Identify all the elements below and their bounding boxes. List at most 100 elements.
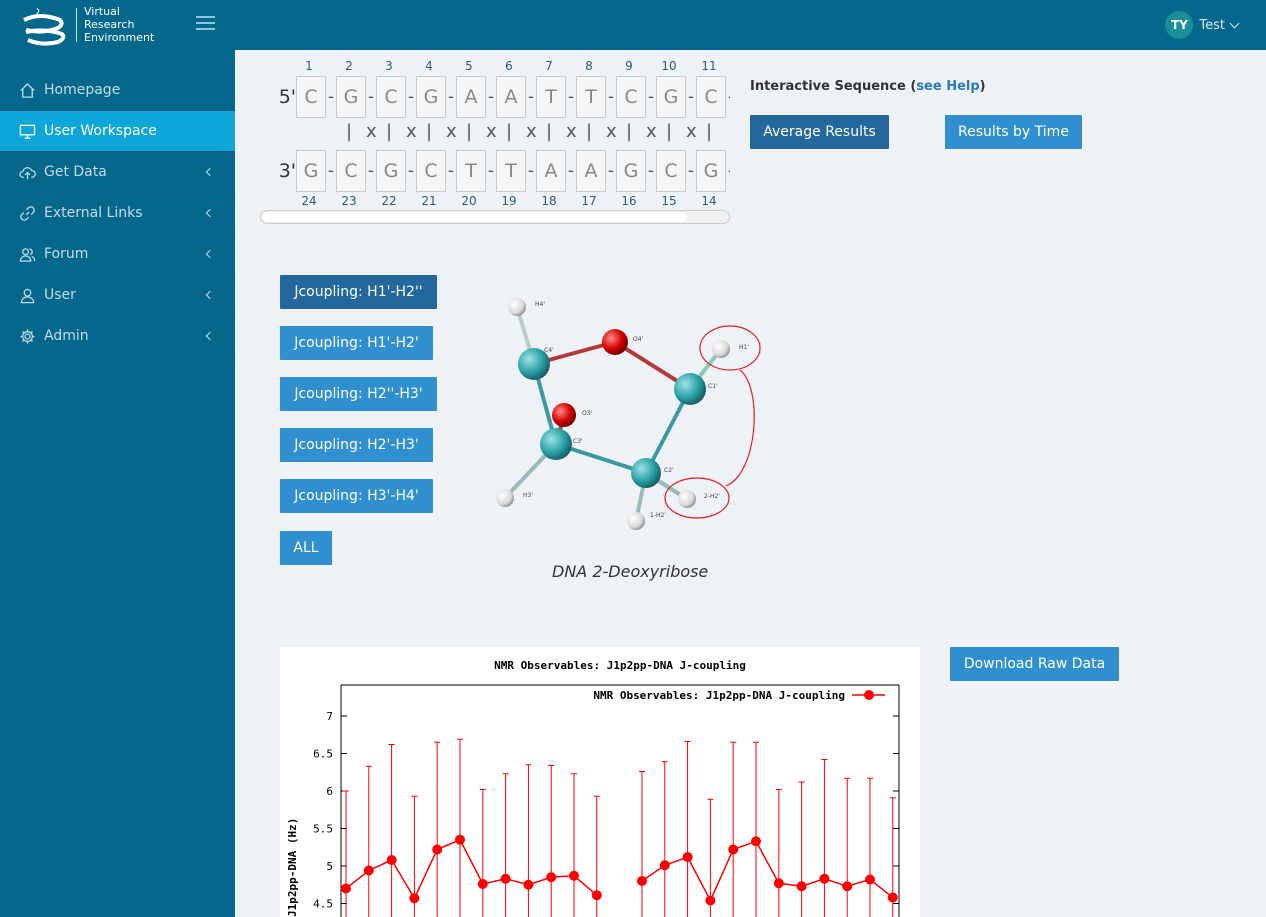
chart-title: NMR Observables: J1p2pp-DNA J-coupling xyxy=(494,659,746,672)
sidebar-item-forum[interactable]: Forum xyxy=(0,234,235,275)
menu-toggle-icon[interactable] xyxy=(196,16,215,30)
sidebar-item-label: User Workspace xyxy=(44,123,157,139)
see-help-link[interactable]: see Help xyxy=(916,79,979,94)
scroll-thumb[interactable] xyxy=(262,212,687,222)
nucleotide-box[interactable]: G xyxy=(696,150,726,192)
jcoupling-h3-h4-button[interactable]: Jcoupling: H3'-H4' xyxy=(280,479,433,513)
atom-h2a xyxy=(627,512,645,530)
backbone-dash: - xyxy=(607,161,615,181)
nucleotide-box[interactable]: T xyxy=(576,76,606,118)
nucleotide-box[interactable]: T xyxy=(536,76,566,118)
label-o3: O3' xyxy=(582,410,593,417)
sidebar-item-user-workspace[interactable]: User Workspace xyxy=(0,111,235,152)
nucleotide-box[interactable]: C xyxy=(376,76,406,118)
chevron-left-icon xyxy=(205,249,215,259)
label-o4: O4' xyxy=(633,336,644,343)
download-raw-data-button[interactable]: Download Raw Data xyxy=(950,647,1119,681)
data-point xyxy=(682,852,693,862)
base-pair-mark: | xyxy=(546,121,553,142)
legend-marker xyxy=(864,690,874,700)
chevron-left-icon xyxy=(205,331,215,341)
jcoupling-all-button[interactable]: ALL xyxy=(280,531,332,565)
jcoupling-h2pp-h3-button[interactable]: Jcoupling: H2''-H3' xyxy=(280,377,437,411)
nmr-chart: NMR Observables: J1p2pp-DNA J-coupling 7 6… xyxy=(286,659,900,917)
chevron-left-icon xyxy=(205,290,215,300)
nucleotide-box[interactable]: C xyxy=(336,150,366,192)
average-results-button[interactable]: Average Results xyxy=(750,115,889,149)
base-pair-mark: | xyxy=(466,121,473,142)
backbone-dash: - xyxy=(327,161,335,181)
nucleotide-box[interactable]: A xyxy=(456,76,486,118)
base-pair-mark: | xyxy=(626,121,633,142)
nucleotide-box[interactable]: G xyxy=(336,76,366,118)
results-by-time-button[interactable]: Results by Time xyxy=(945,115,1082,149)
base-pair-mark: x xyxy=(606,121,617,142)
base-pair-mark: x xyxy=(526,121,537,142)
nucleotide-box[interactable]: G xyxy=(416,76,446,118)
chevron-down-icon xyxy=(1229,18,1240,29)
position-number: 22 xyxy=(381,194,397,208)
atom-h1 xyxy=(712,340,730,358)
logo[interactable]: Virtual Research Environment xyxy=(20,4,160,46)
position-number: 6 xyxy=(505,59,513,73)
sidebar-item-label: Homepage xyxy=(44,82,121,98)
position-number: 1 xyxy=(305,59,313,73)
nucleotide-box[interactable]: A xyxy=(576,150,606,192)
y-tick-label: 6 xyxy=(326,785,333,798)
nucleotide-box[interactable]: C xyxy=(616,76,646,118)
data-point xyxy=(500,873,511,884)
base-pair-mark: | xyxy=(706,121,713,142)
position-number: 5 xyxy=(465,59,473,73)
nucleotide-box[interactable]: G xyxy=(656,76,686,118)
sidebar-item-user[interactable]: User xyxy=(0,275,235,316)
user-menu[interactable]: TY Test xyxy=(1165,11,1240,39)
sidebar-item-homepage[interactable]: Homepage xyxy=(0,70,235,111)
sidebar-item-admin[interactable]: Admin xyxy=(0,316,235,357)
nucleotide-box[interactable]: G xyxy=(296,150,326,192)
backbone-dash: - xyxy=(407,161,415,181)
avatar: TY xyxy=(1165,11,1194,39)
atom-h4 xyxy=(508,298,526,316)
sidebar-item-external-links[interactable]: External Links xyxy=(0,193,235,234)
label-c2: C2' xyxy=(664,467,674,474)
backbone-dash: - xyxy=(567,87,575,107)
chevron-left-icon xyxy=(205,208,215,218)
logo-line-3: Environment xyxy=(84,31,155,44)
nucleotide-box[interactable]: T xyxy=(496,150,526,192)
backbone-dash: - xyxy=(487,161,495,181)
atom-c2 xyxy=(631,458,661,488)
logo-line-1: Virtual xyxy=(84,5,120,18)
nucleotide-box[interactable]: G xyxy=(616,150,646,192)
atom-o4 xyxy=(602,329,628,355)
nucleotide-box[interactable]: C xyxy=(416,150,446,192)
position-number: 24 xyxy=(301,194,317,208)
sequence-scrollbar[interactable] xyxy=(260,210,730,224)
deoxyribose-molecule-image[interactable]: H4' O4' C4' H1' C1' O3' C3' C2' H3' 2-H2… xyxy=(488,288,768,536)
nucleotide-box[interactable]: C xyxy=(656,150,686,192)
backbone-dash: - xyxy=(367,161,375,181)
sidebar-item-get-data[interactable]: Get Data xyxy=(0,152,235,193)
nucleotide-box[interactable]: A xyxy=(536,150,566,192)
jcoupling-h1-h2pp-button[interactable]: Jcoupling: H1'-H2'' xyxy=(280,275,437,309)
backbone-dash: - xyxy=(726,161,730,181)
molecule-caption: DNA 2-Deoxyribose xyxy=(552,562,709,581)
position-number: 9 xyxy=(625,59,633,73)
position-number: 14 xyxy=(701,194,717,208)
nucleotide-box[interactable]: C xyxy=(296,76,326,118)
backbone-dash: - xyxy=(527,87,535,107)
jcoupling-h2p-h3-button[interactable]: Jcoupling: H2'-H3' xyxy=(280,428,433,462)
data-point xyxy=(432,844,443,855)
nucleotide-box[interactable]: G xyxy=(376,150,406,192)
backbone-dash: - xyxy=(726,87,730,107)
sidebar-item-label: Get Data xyxy=(44,164,107,180)
nucleotide-box[interactable]: C xyxy=(696,76,726,118)
base-pair-mark: x xyxy=(686,121,697,142)
cloud-upload-icon xyxy=(18,163,36,181)
nucleotide-box[interactable]: T xyxy=(456,150,486,192)
nucleotide-box[interactable]: A xyxy=(496,76,526,118)
data-point xyxy=(363,865,374,876)
jcoupling-h1-h2p-button[interactable]: Jcoupling: H1'-H2' xyxy=(280,326,433,360)
data-point xyxy=(591,890,602,901)
backbone-dash: - xyxy=(647,87,655,107)
logo-text: Virtual Research Environment xyxy=(84,5,154,44)
